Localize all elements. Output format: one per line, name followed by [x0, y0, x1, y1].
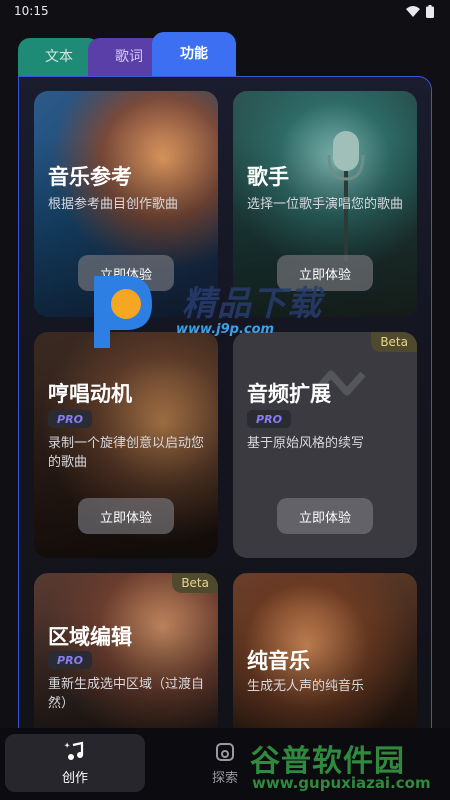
pro-badge: PRO: [247, 410, 291, 428]
wifi-icon: [406, 5, 420, 17]
beta-badge: Beta: [371, 332, 417, 352]
card-humming[interactable]: 哼唱动机 PRO 录制一个旋律创意以启动您的歌曲 立即体验: [34, 332, 218, 558]
watermark-logo: [94, 276, 152, 348]
card-title: 纯音乐: [247, 649, 310, 673]
microphone-illustration: [327, 131, 365, 261]
card-title: 歌手: [247, 165, 289, 189]
card-title: 音乐参考: [48, 165, 132, 189]
card-title: 音频扩展: [247, 382, 331, 406]
music-note-icon: [64, 741, 84, 760]
function-panel: 音乐参考 根据参考曲目创作歌曲 立即体验 歌手 选择一位歌手演唱您的歌曲 立即体…: [18, 76, 432, 757]
card-desc: 基于原始风格的续写: [247, 436, 365, 451]
card-desc: 根据参考曲目创作歌曲: [48, 197, 179, 212]
mode-tabs: 文本 歌词 功能: [18, 32, 238, 78]
card-desc: 重新生成选中区域（过渡自然）: [48, 677, 205, 711]
nav-create-label: 创作: [61, 770, 88, 786]
card-desc: 生成无人声的纯音乐: [247, 679, 365, 694]
watermark-url: www.j9p.com: [176, 322, 275, 337]
pro-badge: PRO: [48, 410, 92, 428]
pro-badge: PRO: [48, 651, 92, 669]
status-bar: 10:15: [0, 0, 450, 22]
try-now-button[interactable]: 立即体验: [78, 498, 174, 534]
card-desc: 选择一位歌手演唱您的歌曲: [247, 197, 404, 212]
status-time: 10:15: [14, 4, 49, 18]
watermark-text: 精品下载: [182, 284, 322, 324]
beta-badge: Beta: [172, 573, 218, 593]
try-now-button[interactable]: 立即体验: [277, 498, 373, 534]
card-title: 哼唱动机: [48, 382, 132, 406]
nav-create[interactable]: 创作: [5, 734, 145, 792]
explore-icon: [216, 742, 234, 761]
card-audio-extend[interactable]: Beta 音频扩展 PRO 基于原始风格的续写 立即体验: [233, 332, 417, 558]
status-icons: [406, 4, 434, 18]
card-desc: 录制一个旋律创意以启动您的歌曲: [48, 436, 205, 470]
battery-icon: [426, 4, 434, 18]
watermark2-url: www.gupuxiazai.com: [252, 774, 431, 792]
tab-function[interactable]: 功能: [152, 32, 236, 78]
watermark-gupu: 谷普软件园 www.gupuxiazai.com: [250, 736, 446, 794]
card-title: 区域编辑: [48, 625, 132, 649]
nav-explore-label: 探索: [211, 770, 238, 786]
